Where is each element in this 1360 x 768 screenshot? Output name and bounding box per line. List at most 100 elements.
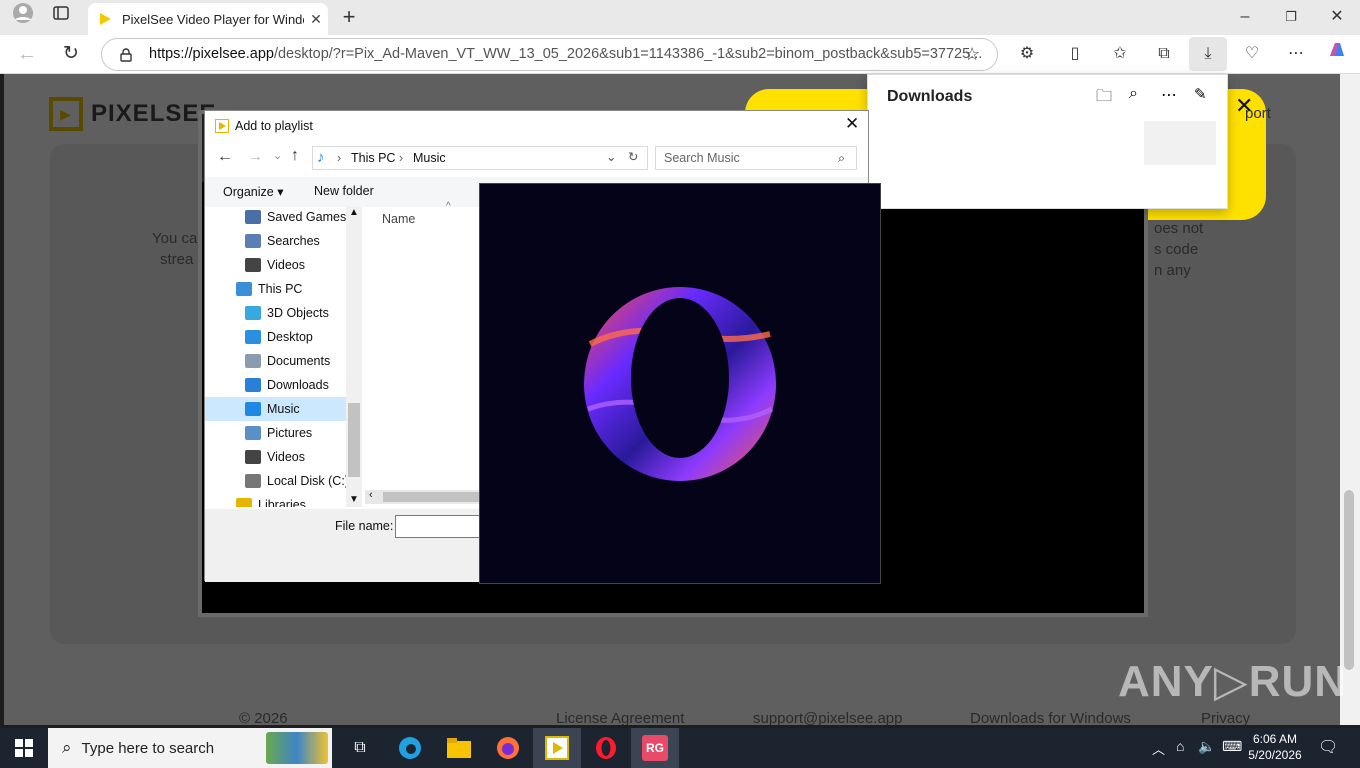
videos-icon	[245, 450, 261, 464]
refresh-icon[interactable]: ↻	[56, 39, 86, 69]
footer-downloads-link[interactable]: Downloads for Windows	[970, 710, 1131, 725]
tree-item-pictures[interactable]: Pictures	[245, 421, 312, 445]
browser-essentials-icon[interactable]: ♡	[1237, 39, 1267, 69]
pictures-icon	[245, 426, 261, 440]
taskbar-search-box[interactable]: ⌕ Type here to search	[48, 728, 332, 768]
opera-ad-window[interactable]	[479, 183, 881, 584]
tree-item-videos[interactable]: Videos	[245, 445, 305, 469]
more-menu-icon[interactable]: ⋯	[1281, 39, 1311, 69]
dialog-back-icon[interactable]: ←	[217, 148, 233, 166]
music-note-icon: ♪	[317, 149, 325, 166]
network-icon[interactable]: ⌂	[1176, 738, 1184, 754]
file-list-hscrollbar[interactable]: ‹	[365, 489, 485, 504]
pixelsee-icon[interactable]	[533, 728, 581, 768]
extensions-icon[interactable]: ⚙	[1012, 39, 1042, 69]
taskbar-clock[interactable]: 6:06 AM 5/20/2026	[1240, 731, 1310, 763]
up-folder-icon[interactable]: ↑	[291, 147, 299, 165]
dialog-address-bar[interactable]: ♪ › This PC › Music ⌄ ↻	[312, 146, 648, 170]
task-view-icon[interactable]: ⧉	[336, 728, 384, 768]
logo-play-icon: ▶	[49, 97, 83, 131]
firefox-icon[interactable]	[484, 728, 532, 768]
breadcrumb-this-pc[interactable]: This PC	[351, 151, 395, 165]
notifications-icon[interactable]: 🗨	[1318, 737, 1338, 757]
pixelsee-logo[interactable]: ▶ PIXELSEE	[49, 97, 216, 131]
tree-item-this-pc[interactable]: This PC	[236, 277, 302, 301]
downloads-more-icon[interactable]: ⋯	[1161, 85, 1177, 105]
tree-item-desktop[interactable]: Desktop	[245, 325, 313, 349]
tree-item-label: Videos	[267, 450, 305, 464]
start-button[interactable]	[0, 728, 48, 768]
file-name-label: File name:	[335, 519, 394, 533]
search-downloads-icon[interactable]: ⌕	[1129, 85, 1138, 103]
tree-item-3d-objects[interactable]: 3D Objects	[245, 301, 329, 325]
address-dropdown-icon[interactable]: ⌄	[606, 149, 616, 164]
dialog-search-input[interactable]: Search Music ⌕	[655, 146, 857, 170]
address-refresh-icon[interactable]: ↻	[628, 149, 638, 164]
tree-item-documents[interactable]: Documents	[245, 349, 330, 373]
tree-scrollbar[interactable]: ▲ ▼	[346, 207, 362, 507]
back-icon[interactable]: ←	[12, 39, 42, 69]
open-folder-icon[interactable]: 🗀	[1096, 85, 1112, 112]
tree-item-music[interactable]: Music	[205, 397, 346, 421]
dialog-forward-icon[interactable]: →	[247, 148, 263, 166]
pixelsee-app-icon	[215, 119, 229, 133]
opera-icon[interactable]	[582, 728, 630, 768]
taskbar-search-icon: ⌕	[62, 738, 72, 757]
breadcrumb-music[interactable]: Music	[413, 151, 446, 165]
tree-scroll-thumb[interactable]	[348, 403, 360, 477]
new-tab-icon[interactable]: +	[334, 2, 364, 32]
volume-icon[interactable]: 🔈	[1198, 738, 1215, 755]
new-folder-button[interactable]: New folder	[314, 184, 374, 198]
scroll-left-icon[interactable]: ‹	[369, 489, 373, 501]
close-tab-icon[interactable]: ✕	[304, 11, 328, 28]
address-bar[interactable]: https://pixelsee.app/desktop/?r=Pix_Ad-M…	[101, 38, 998, 71]
organize-button[interactable]: Organize ▾	[223, 184, 283, 199]
tree-scroll-down-icon[interactable]: ▼	[349, 494, 359, 505]
hscroll-thumb[interactable]	[383, 492, 483, 502]
footer-email-link[interactable]: support@pixelsee.app	[753, 710, 903, 725]
close-window-icon[interactable]: ✕	[1322, 2, 1352, 32]
body-text-right-2: s code	[1154, 241, 1199, 258]
pin-downloads-icon[interactable]: ✎	[1194, 85, 1207, 103]
rg-icon[interactable]: RG	[631, 728, 679, 768]
split-screen-icon[interactable]: ▯	[1060, 39, 1090, 69]
favorites-icon[interactable]: ✩	[1105, 39, 1135, 69]
scrollbar-thumb[interactable]	[1344, 490, 1354, 670]
lock-icon[interactable]	[119, 48, 133, 62]
recent-locations-icon[interactable]: ⌄	[273, 149, 282, 162]
footer-privacy-link[interactable]: Privacy	[1201, 710, 1250, 725]
tree-item-libraries[interactable]: Libraries	[236, 493, 306, 507]
breadcrumb-separator: ›	[337, 151, 342, 165]
tree-item-label: Searches	[267, 234, 320, 248]
dialog-close-icon[interactable]: ✕	[845, 114, 859, 134]
profile-icon[interactable]	[8, 2, 38, 32]
nav-support-text[interactable]: port	[1245, 105, 1271, 122]
edge-icon[interactable]	[386, 728, 434, 768]
downloads-icon[interactable]: ⤓	[1189, 37, 1227, 71]
tree-item-local-disk-c[interactable]: Local Disk (C:)	[245, 469, 346, 493]
libraries-icon	[236, 498, 252, 507]
tree-scroll-up-icon[interactable]: ▲	[349, 207, 359, 218]
tree-item-videos[interactable]: Videos	[245, 253, 305, 277]
minimize-window-icon[interactable]: –	[1230, 2, 1260, 32]
copilot-icon[interactable]	[1322, 39, 1352, 69]
tree-item-saved-games[interactable]: Saved Games	[245, 207, 346, 229]
tab-actions-icon[interactable]	[46, 2, 76, 32]
tree-item-label: Videos	[267, 258, 305, 272]
download-item[interactable]	[1144, 121, 1216, 165]
file-explorer-icon[interactable]	[435, 728, 483, 768]
footer-license-link[interactable]: License Agreement	[556, 710, 684, 725]
name-column-header[interactable]: Name	[382, 212, 415, 226]
collections-icon[interactable]: ⧉	[1149, 39, 1179, 69]
tree-item-downloads[interactable]: Downloads	[245, 373, 329, 397]
restore-window-icon[interactable]: ❐	[1276, 2, 1306, 32]
tab-pixelsee[interactable]: PixelSee Video Player for Window ✕	[88, 3, 328, 35]
this-pc-icon	[236, 282, 252, 296]
tree-item-searches[interactable]: Searches	[245, 229, 320, 253]
downloads-icon	[245, 378, 261, 392]
dialog-search-icon[interactable]: ⌕	[838, 147, 845, 169]
downloads-panel: Downloads 🗀 ⌕ ⋯ ✎	[867, 74, 1228, 209]
show-hidden-icons-icon[interactable]: ︿	[1152, 739, 1165, 758]
sort-ascending-icon: ^	[446, 201, 451, 212]
favorite-star-icon[interactable]: ☆	[964, 39, 980, 70]
